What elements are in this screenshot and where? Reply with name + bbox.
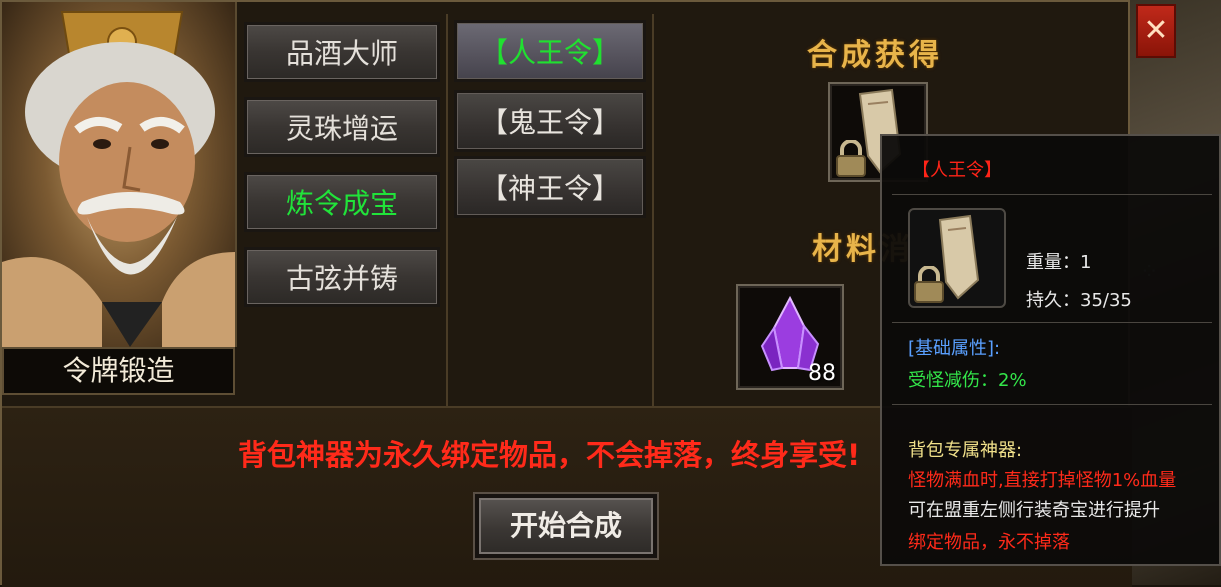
start-synthesis-button[interactable]: 开始合成 — [475, 494, 657, 558]
material-count: 88 — [808, 361, 836, 386]
menu-item-token-forge[interactable]: 炼令成宝 — [244, 172, 440, 232]
lock-icon — [914, 266, 944, 303]
material-item-slot[interactable]: 88 — [736, 284, 844, 390]
tooltip-weight: 重量：1 — [1026, 252, 1092, 273]
tooltip-special-line: 可在盟重左侧行装奇宝进行提升 — [908, 500, 1160, 521]
tooltip-special-line: 绑定物品，永不掉落 — [908, 532, 1070, 553]
item-tooltip: 【人王令】 重量：1 持久：35/35 [基础属性]: 受怪减伤：2% 背包专属… — [880, 134, 1221, 566]
tooltip-divider — [892, 404, 1212, 405]
submenu-item-god-king-token[interactable]: 【神王令】 — [454, 156, 646, 218]
tooltip-base-attr: 受怪减伤：2% — [908, 370, 1027, 391]
menu-item-wine-master[interactable]: 品酒大师 — [244, 22, 440, 82]
category-menu: 品酒大师 灵珠增运 炼令成宝 古弦并铸 — [238, 14, 448, 406]
binding-notice: 背包神器为永久绑定物品，不会掉落，终身享受! — [238, 438, 861, 472]
tooltip-special-header: 背包专属神器: — [908, 440, 1023, 461]
tooltip-durability: 持久：35/35 — [1026, 290, 1132, 311]
tooltip-item-name: 【人王令】 — [912, 160, 1002, 181]
menu-item-pearl-luck[interactable]: 灵珠增运 — [244, 97, 440, 157]
tooltip-item-icon — [908, 208, 1006, 308]
tooltip-base-attr-header: [基础属性]: — [908, 338, 1001, 359]
lock-icon — [836, 140, 866, 177]
tooltip-divider — [892, 322, 1212, 323]
tooltip-divider — [892, 194, 1212, 195]
npc-portrait-image — [2, 11, 235, 347]
menu-item-string-cast[interactable]: 古弦并铸 — [244, 247, 440, 307]
submenu-item-ghost-king-token[interactable]: 【鬼王令】 — [454, 90, 646, 152]
tooltip-special-line: 怪物满血时,直接打掉怪物1%血量 — [908, 470, 1177, 491]
close-button[interactable]: ✕ — [1136, 4, 1176, 58]
npc-name: 令牌锻造 — [2, 347, 235, 395]
token-submenu: 【人王令】 【鬼王令】 【神王令】 — [448, 14, 654, 406]
result-title: 合成获得 — [807, 38, 943, 73]
npc-portrait — [2, 2, 237, 347]
submenu-item-human-king-token[interactable]: 【人王令】 — [454, 20, 646, 82]
